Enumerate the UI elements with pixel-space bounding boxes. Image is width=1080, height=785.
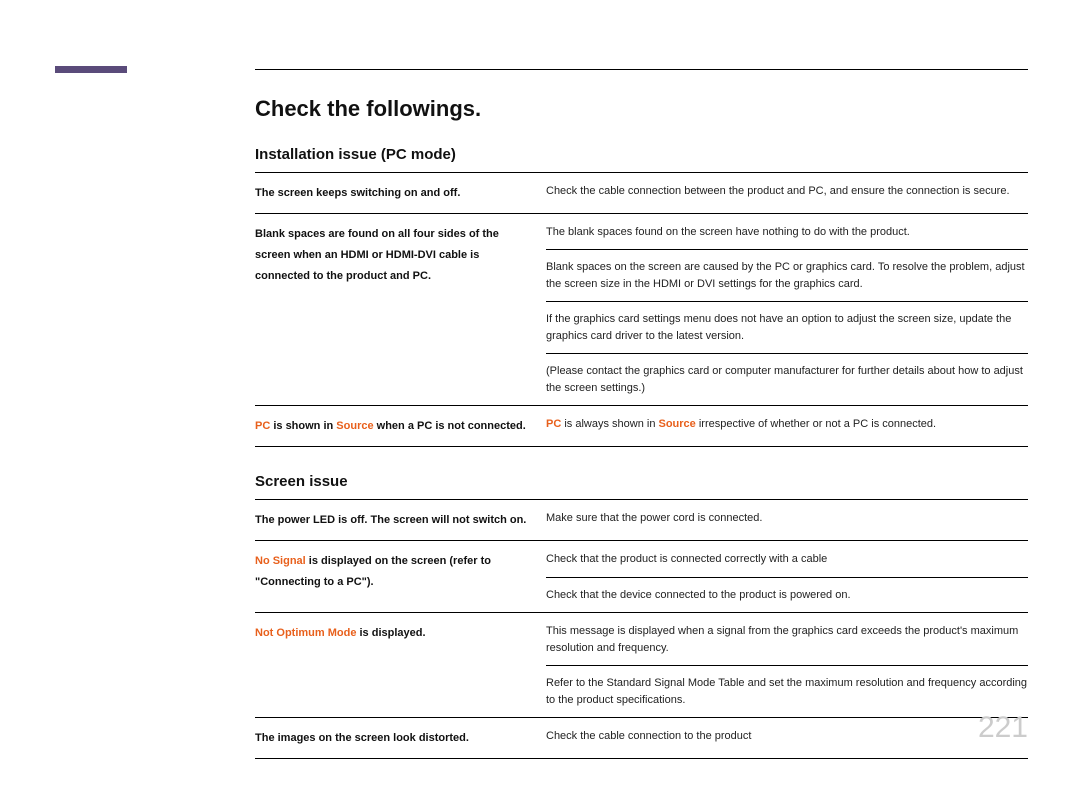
table-row: The images on the screen look distorted.… <box>255 718 1028 759</box>
solution-text: Check the cable connection between the p… <box>546 174 1028 209</box>
solution-cell: Check the cable connection between the p… <box>546 174 1028 213</box>
solution-cell: Check that the product is connected corr… <box>546 542 1028 612</box>
solution-cell: The blank spaces found on the screen hav… <box>546 215 1028 406</box>
table-row: The power LED is off. The screen will no… <box>255 500 1028 541</box>
issue-text: The images on the screen look distorted. <box>255 728 536 749</box>
issue-text: Blank spaces are found on all four sides… <box>255 224 536 287</box>
table-row: The screen keeps switching on and off. Ch… <box>255 173 1028 214</box>
solution-cell: PC is always shown in Source irrespectiv… <box>546 407 1028 446</box>
solution-text: The blank spaces found on the screen hav… <box>546 215 1028 251</box>
issue-cell: The screen keeps switching on and off. <box>255 174 546 213</box>
highlight-text: No Signal <box>255 555 306 567</box>
solution-text: If the graphics card settings menu does … <box>546 302 1028 354</box>
table-row: Blank spaces are found on all four sides… <box>255 214 1028 407</box>
solution-text: Make sure that the power cord is connect… <box>546 501 1028 536</box>
solution-text: Check that the device connected to the p… <box>546 578 1028 613</box>
solution-cell: Make sure that the power cord is connect… <box>546 501 1028 540</box>
section: Screen issue The power LED is off. The sc… <box>255 473 1028 759</box>
highlight-text: Source <box>336 420 373 432</box>
solution-text: PC is always shown in Source irrespectiv… <box>546 407 1028 442</box>
top-rule <box>255 69 1028 70</box>
highlight-text: PC <box>546 418 561 430</box>
text-segment: is shown in <box>270 420 336 432</box>
issue-cell: Not Optimum Mode is displayed. <box>255 614 546 717</box>
solution-text: Refer to the Standard Signal Mode Table … <box>546 666 1028 717</box>
solution-text: (Please contact the graphics card or com… <box>546 354 1028 405</box>
section-title: Installation issue (PC mode) <box>255 146 1028 163</box>
section: Installation issue (PC mode) The screen k… <box>255 146 1028 447</box>
issue-text: The power LED is off. The screen will no… <box>255 510 536 531</box>
table-row: PC is shown in Source when a PC is not c… <box>255 406 1028 447</box>
section-title: Screen issue <box>255 473 1028 490</box>
text-segment: The images on the screen look distorted. <box>255 732 469 744</box>
issue-text: PC is shown in Source when a PC is not c… <box>255 416 536 437</box>
solution-text: Check the cable connection to the produc… <box>546 719 1028 754</box>
text-segment: The screen keeps switching on and off. <box>255 187 460 199</box>
issue-cell: No Signal is displayed on the screen (re… <box>255 542 546 612</box>
solution-text: This message is displayed when a signal … <box>546 614 1028 666</box>
page-number: 221 <box>978 711 1028 745</box>
accent-bar <box>55 66 127 73</box>
issue-cell: PC is shown in Source when a PC is not c… <box>255 407 546 446</box>
issue-text: Not Optimum Mode is displayed. <box>255 623 536 644</box>
issue-text: The screen keeps switching on and off. <box>255 183 536 204</box>
text-segment: Blank spaces are found on all four sides… <box>255 228 499 282</box>
solution-text: Check that the product is connected corr… <box>546 542 1028 578</box>
solution-text: Blank spaces on the screen are caused by… <box>546 250 1028 302</box>
solution-cell: This message is displayed when a signal … <box>546 614 1028 717</box>
table-row: No Signal is displayed on the screen (re… <box>255 541 1028 613</box>
highlight-text: Source <box>659 418 696 430</box>
highlight-text: PC <box>255 420 270 432</box>
text-segment: irrespective of whether or not a PC is c… <box>696 418 936 430</box>
table-row: Not Optimum Mode is displayed. This messa… <box>255 613 1028 718</box>
issue-text: No Signal is displayed on the screen (re… <box>255 551 536 593</box>
issue-cell: The power LED is off. The screen will no… <box>255 501 546 540</box>
highlight-text: Not Optimum Mode <box>255 627 356 639</box>
page-content: Check the followings. Installation issue… <box>255 96 1028 785</box>
solution-cell: Check the cable connection to the produc… <box>546 719 1028 758</box>
issue-cell: The images on the screen look distorted. <box>255 719 546 758</box>
main-title: Check the followings. <box>255 96 1028 122</box>
issue-cell: Blank spaces are found on all four sides… <box>255 215 546 406</box>
text-segment: when a PC is not connected. <box>374 420 526 432</box>
sections-container: Installation issue (PC mode) The screen k… <box>255 146 1028 759</box>
text-segment: The power LED is off. The screen will no… <box>255 514 526 526</box>
text-segment: is always shown in <box>561 418 658 430</box>
text-segment: is displayed. <box>356 627 425 639</box>
